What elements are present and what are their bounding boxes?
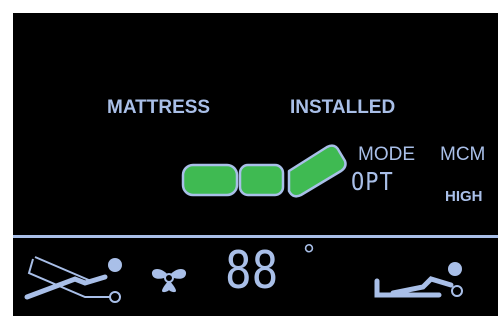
lcd-screen: MATTRESS INSTALLED MODE MCM OPT HIGH 88 [13,13,498,316]
installed-label: INSTALLED [290,97,396,118]
bed-tilt-person-icon [24,256,122,303]
temperature-digits: 88 [225,241,279,301]
degree-symbol: ° [303,239,315,272]
fan-icon [151,269,187,293]
bed-sections-icon [181,144,347,198]
reclining-person-icon [374,262,463,298]
option-readout: OPT [351,168,394,197]
mode-value: MCM [440,144,486,165]
divider [13,235,498,238]
level-label: HIGH [445,188,483,205]
mattress-label: MATTRESS [107,97,211,118]
mode-label: MODE [358,144,415,165]
